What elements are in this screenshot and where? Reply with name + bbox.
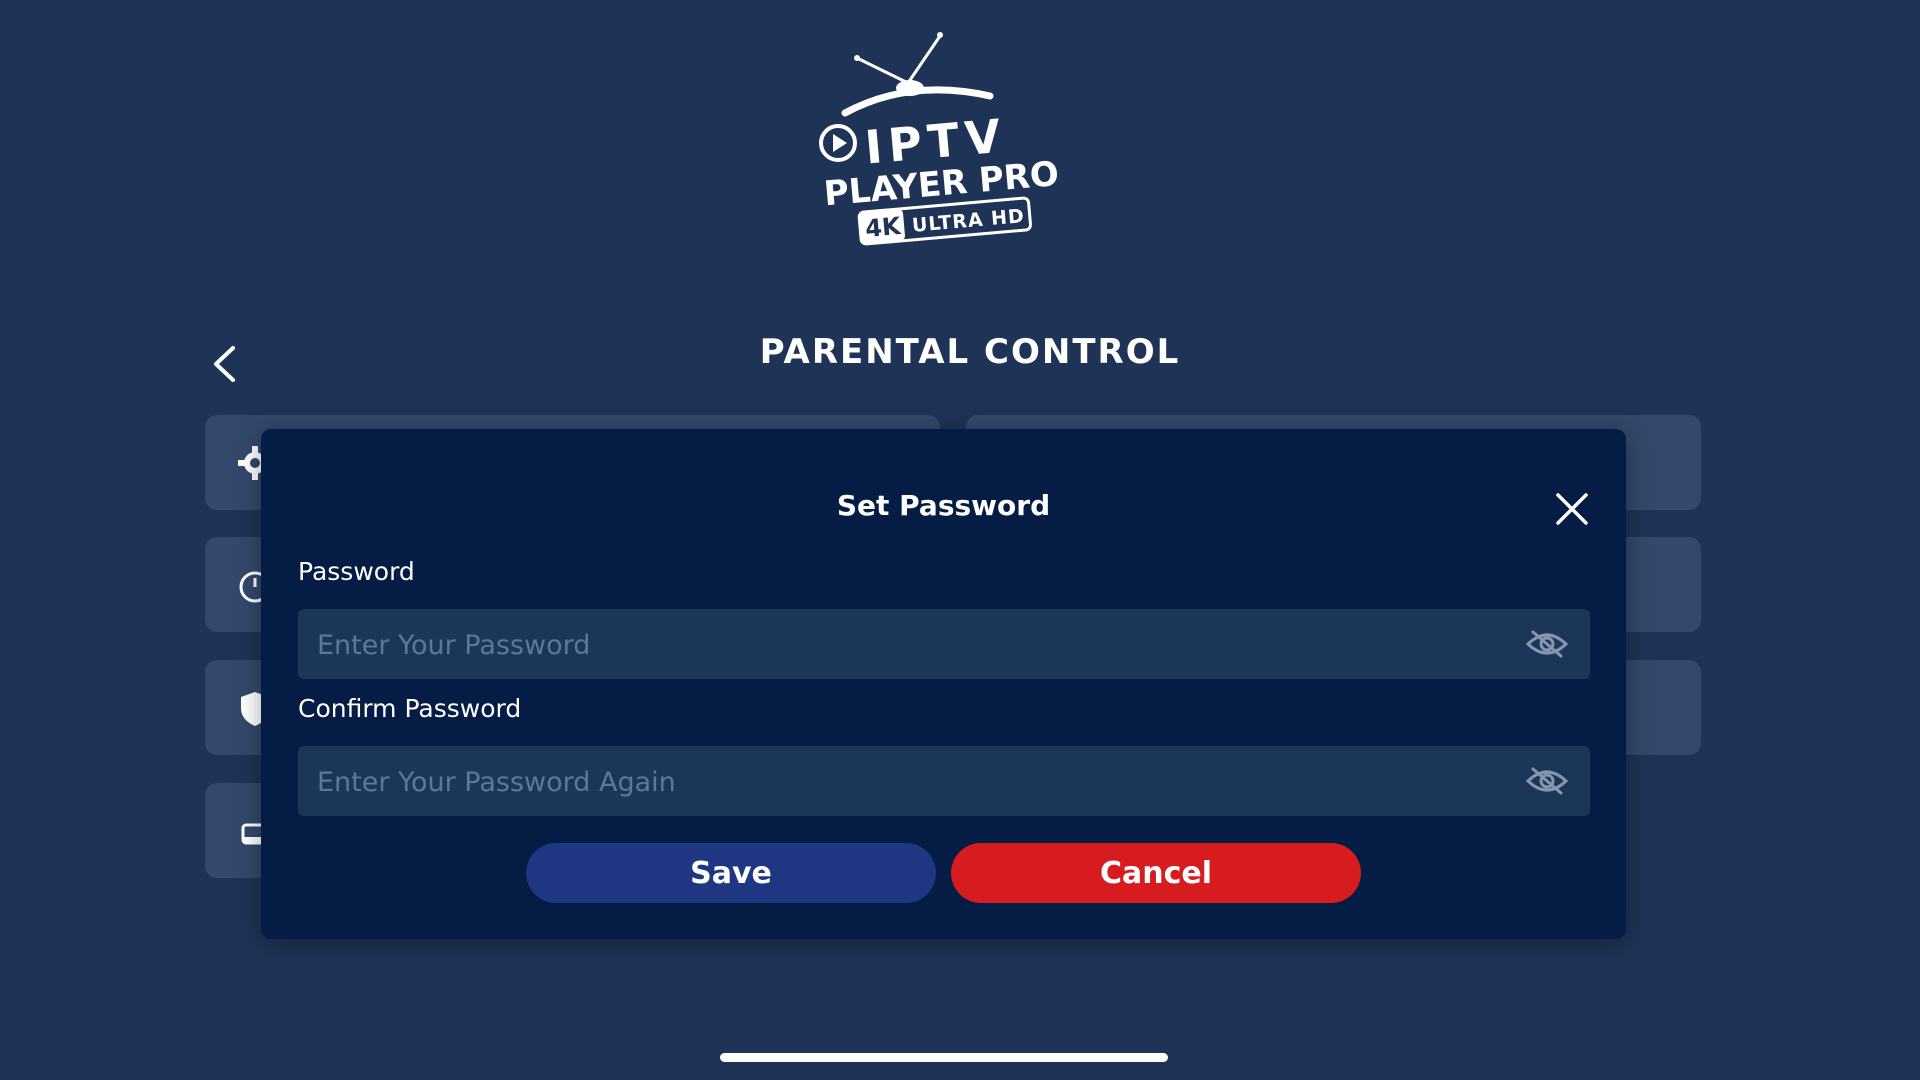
- set-password-dialog: Set Password Password Confirm Password S…: [261, 429, 1626, 939]
- confirm-password-visibility-toggle[interactable]: [1524, 763, 1570, 799]
- logo-badge-4k: 4K: [864, 212, 903, 243]
- password-input[interactable]: [298, 609, 1499, 681]
- close-icon: [1556, 493, 1588, 525]
- app-logo: IPTV PLAYER PRO 4K ULTRA HD: [815, 28, 1060, 246]
- eye-off-icon: [1525, 630, 1569, 658]
- password-visibility-toggle[interactable]: [1524, 626, 1570, 662]
- password-field: [298, 609, 1590, 681]
- confirm-password-field: [298, 746, 1590, 818]
- password-label: Password: [298, 557, 415, 586]
- confirm-password-label: Confirm Password: [298, 694, 522, 723]
- confirm-password-input[interactable]: [298, 746, 1499, 818]
- save-button[interactable]: Save: [526, 843, 936, 903]
- parental-control-screen: IPTV PLAYER PRO 4K ULTRA HD PARENTAL CON…: [0, 0, 1920, 1080]
- eye-off-icon: [1525, 767, 1569, 795]
- iptv-logo-graphic: IPTV PLAYER PRO 4K ULTRA HD: [819, 32, 1060, 246]
- page-title: PARENTAL CONTROL: [759, 332, 1181, 372]
- dialog-title: Set Password: [836, 489, 1051, 522]
- cancel-button[interactable]: Cancel: [951, 843, 1361, 903]
- home-indicator[interactable]: [720, 1053, 1168, 1062]
- close-button[interactable]: [1552, 489, 1592, 529]
